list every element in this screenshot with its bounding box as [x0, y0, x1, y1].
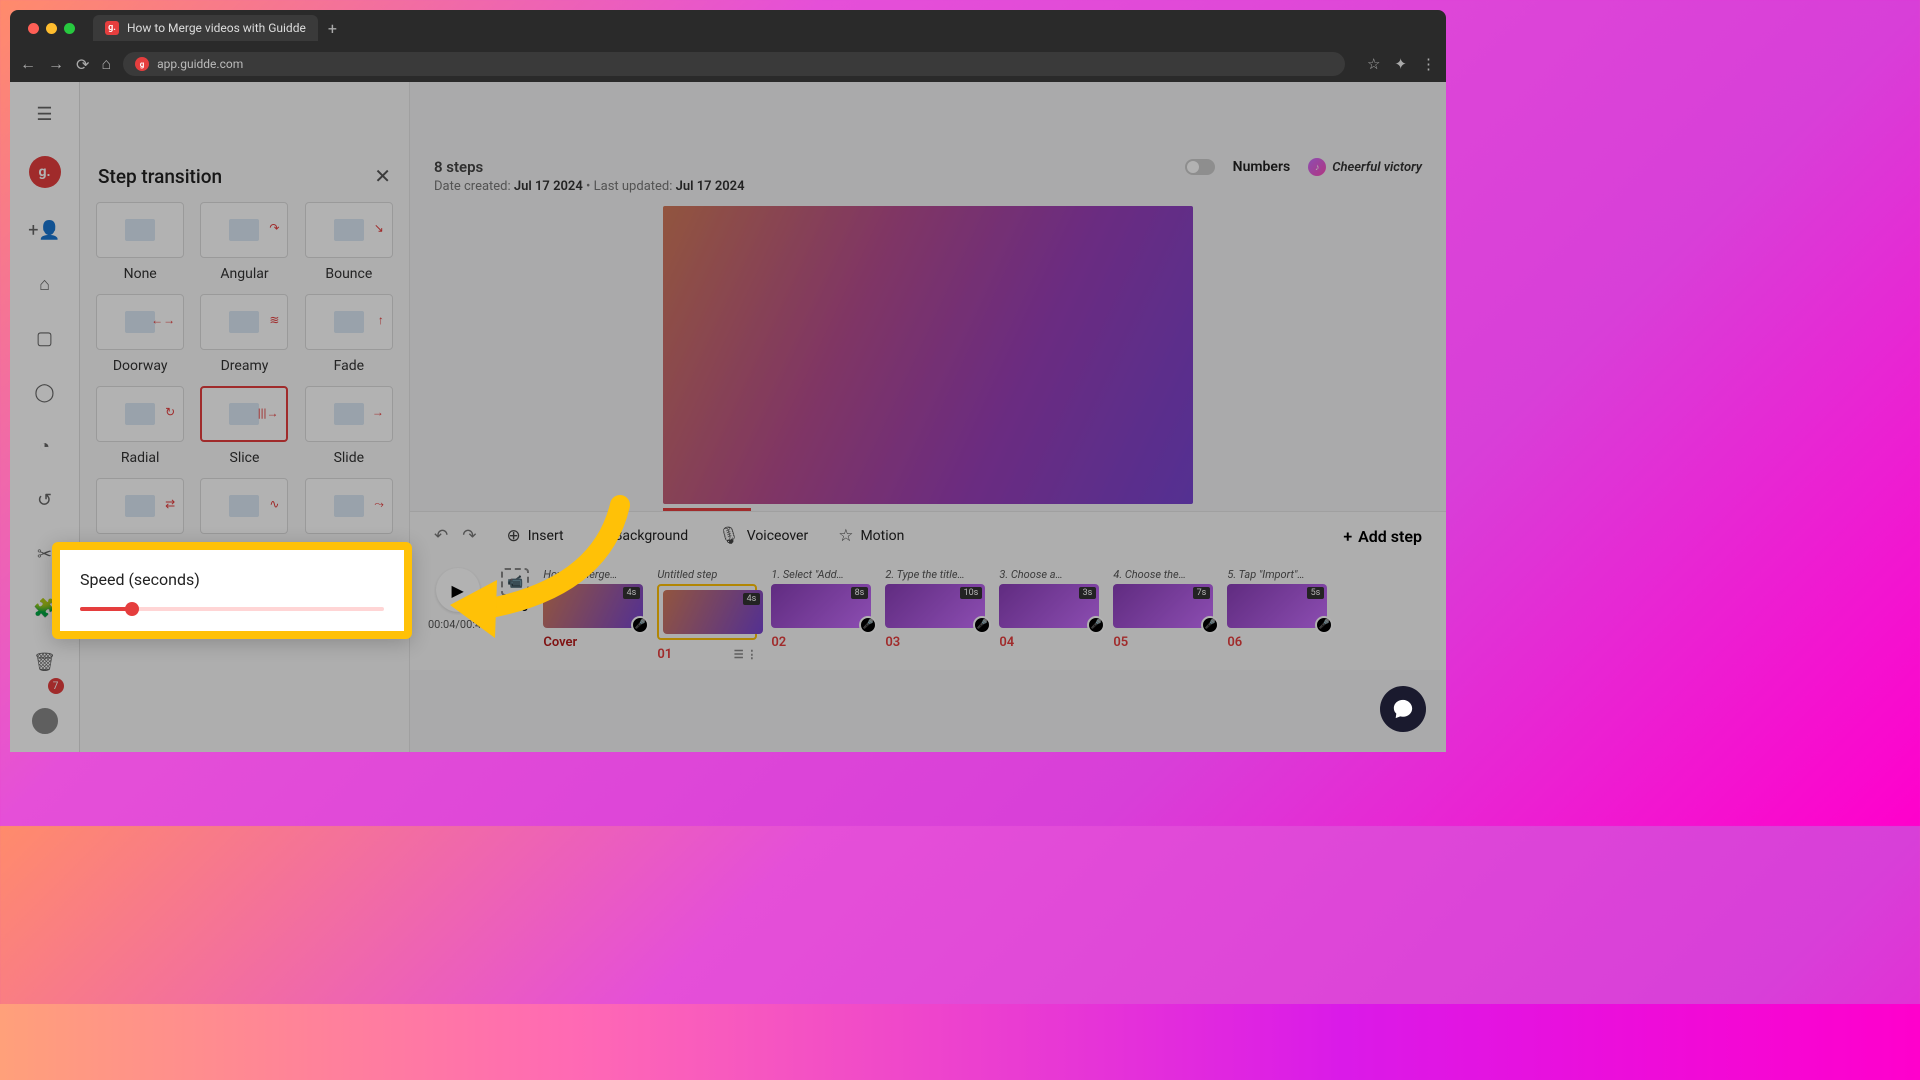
address-bar[interactable]: g app.guidde.com	[123, 52, 1345, 76]
app-sidebar: ☰ g. +👤 ⌂ ▢ ◯ ◔ ↺ ✂ 🧩 🗑 7	[10, 82, 80, 752]
add-user-icon[interactable]: +👤	[33, 218, 57, 242]
url-text: app.guidde.com	[157, 57, 243, 71]
extensions-icon[interactable]: ✦	[1394, 55, 1407, 73]
transition-slide[interactable]: →Slide	[303, 386, 395, 466]
user-avatar[interactable]: 7	[30, 706, 60, 736]
bookmark-icon[interactable]: ☆	[1367, 55, 1380, 73]
steps-meta: Date created: Jul 17 2024 • Last updated…	[434, 179, 745, 194]
numbers-toggle[interactable]	[1185, 159, 1215, 175]
preview-canvas[interactable]	[663, 206, 1193, 504]
timeline-thumb[interactable]: 3. Choose a… 3s 🎤 04	[999, 568, 1099, 662]
video-icon[interactable]: ▢	[33, 326, 57, 350]
music-selector[interactable]: ♪ Cheerful victory	[1308, 158, 1422, 176]
transition-fade[interactable]: ↑Fade	[303, 294, 395, 374]
reload-button[interactable]: ⟳	[76, 55, 89, 74]
app-logo[interactable]: g.	[29, 156, 61, 188]
transition-radial[interactable]: ↻Radial	[94, 386, 186, 466]
history-icon[interactable]: ↺	[33, 488, 57, 512]
panel-title: Step transition	[98, 165, 222, 188]
transition-panel: Step transition ✕ None↷Angular↘Bounce ←→D…	[80, 82, 410, 752]
back-button[interactable]: ←	[20, 54, 36, 74]
close-icon[interactable]: ✕	[374, 164, 391, 188]
star-icon: ☆	[838, 526, 853, 546]
trash-icon[interactable]: 🗑	[33, 650, 57, 674]
chart-icon[interactable]: ◔	[33, 434, 57, 458]
timeline-thumb[interactable]: 2. Type the title… 10s 🎤 03	[885, 568, 985, 662]
browser-menu-icon[interactable]: ⋮	[1421, 55, 1436, 73]
voiceover-button[interactable]: 🎙Voiceover	[718, 526, 808, 546]
tab-title: How to Merge videos with Guidde	[127, 21, 306, 35]
timeline-thumb[interactable]: 5. Tap "Import"… 5s 🎤 06	[1227, 568, 1327, 662]
forward-button[interactable]: →	[48, 54, 64, 74]
speed-control-highlight: Speed (seconds)	[52, 542, 412, 639]
main-editor: 8 steps Date created: Jul 17 2024 • Last…	[410, 82, 1446, 752]
menu-icon[interactable]: ☰	[33, 102, 57, 126]
timeline-thumb[interactable]: 1. Select "Add… 8s 🎤 02	[771, 568, 871, 662]
transition-bounce[interactable]: ↘Bounce	[303, 202, 395, 282]
chat-icon	[1392, 698, 1414, 720]
home-icon[interactable]: ⌂	[33, 272, 57, 296]
numbers-label: Numbers	[1233, 159, 1291, 175]
circle-icon[interactable]: ◯	[33, 380, 57, 404]
slider-thumb[interactable]	[125, 602, 139, 616]
url-favicon: g	[135, 57, 149, 71]
mic-icon: 🎙	[718, 526, 740, 546]
timeline-thumb[interactable]: 4. Choose the… 7s 🎤 05	[1113, 568, 1213, 662]
plus-icon: +	[1343, 527, 1352, 546]
notification-badge: 7	[48, 678, 64, 694]
transition-dreamy[interactable]: ≋Dreamy	[198, 294, 290, 374]
motion-button[interactable]: ☆Motion	[838, 526, 904, 546]
speed-label: Speed (seconds)	[80, 570, 384, 589]
callout-arrow-icon	[425, 490, 645, 650]
steps-count: 8 steps	[434, 158, 745, 176]
chat-fab[interactable]	[1380, 686, 1426, 732]
transition-angular[interactable]: ↷Angular	[198, 202, 290, 282]
timeline-thumb[interactable]: Untitled step 4s 01☰ ⋮	[657, 568, 757, 662]
new-tab-button[interactable]: +	[328, 19, 337, 38]
browser-tab[interactable]: g. How to Merge videos with Guidde	[93, 15, 318, 41]
music-icon: ♪	[1308, 158, 1326, 176]
transition-slice[interactable]: |||→Slice	[198, 386, 290, 466]
tab-favicon: g.	[105, 21, 119, 35]
transition-none[interactable]: None	[94, 202, 186, 282]
home-button[interactable]: ⌂	[101, 54, 111, 74]
transition-doorway[interactable]: ←→Doorway	[94, 294, 186, 374]
traffic-lights	[28, 23, 75, 34]
speed-slider[interactable]	[80, 607, 384, 611]
add-step-button[interactable]: +Add step	[1343, 527, 1422, 546]
